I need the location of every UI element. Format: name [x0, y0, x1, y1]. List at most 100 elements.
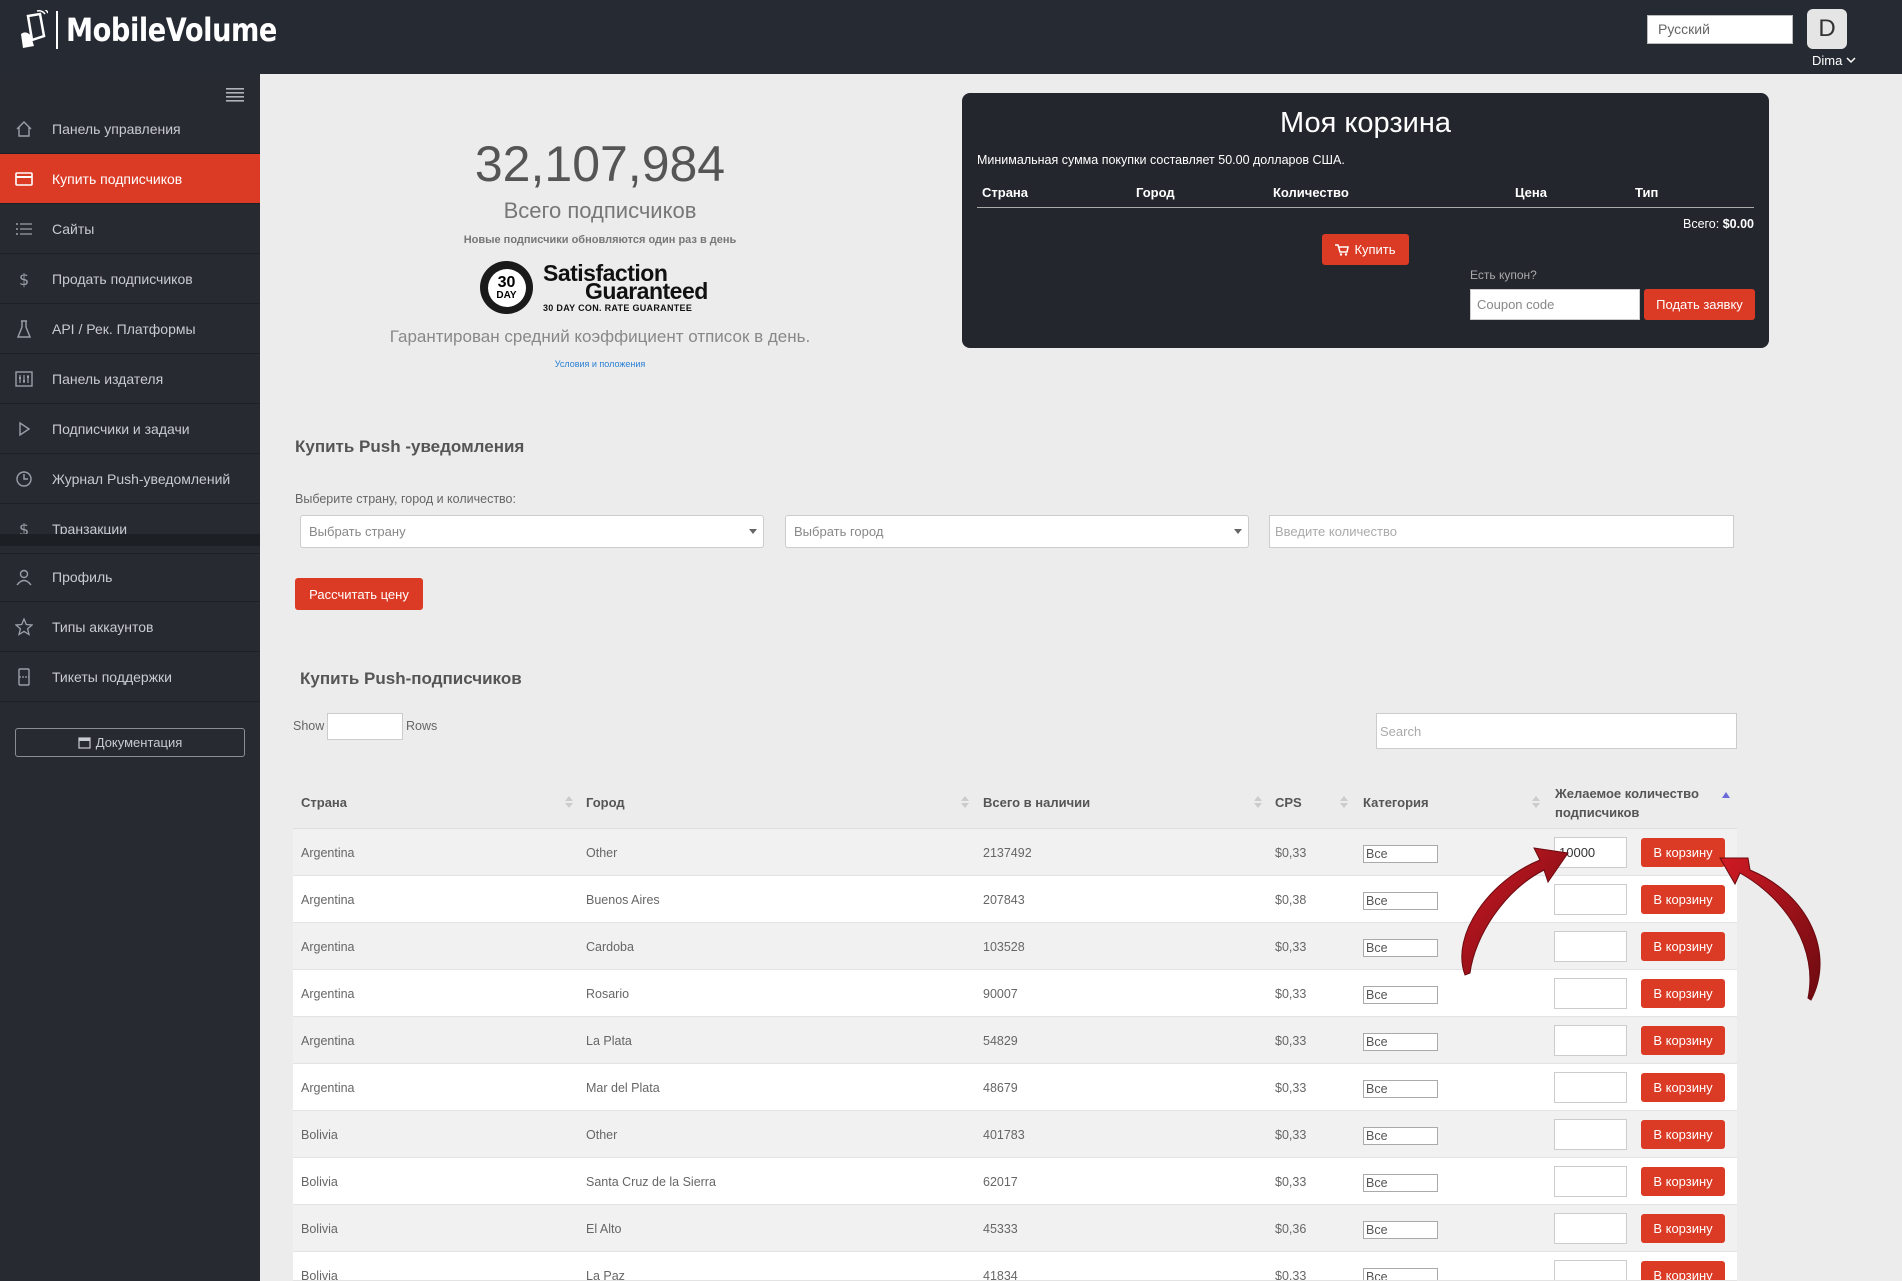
star-icon	[13, 616, 35, 638]
calculate-price-button[interactable]: Рассчитать цену	[295, 578, 423, 610]
cart-col-quantity: Количество	[1273, 185, 1349, 200]
category-select[interactable]: Все	[1363, 1127, 1438, 1145]
wanted-quantity-input[interactable]	[1554, 1119, 1627, 1150]
add-to-cart-button[interactable]: В корзину	[1641, 1120, 1725, 1149]
table-header: Страна Город Всего в наличии CPS Категор…	[293, 776, 1737, 829]
city-select[interactable]: Выбрать город	[785, 515, 1249, 548]
wanted-quantity-input[interactable]	[1554, 1260, 1627, 1280]
coupon-submit-button[interactable]: Подать заявку	[1644, 289, 1755, 320]
category-select[interactable]: Все	[1363, 845, 1438, 863]
cell-country: Argentina	[301, 986, 355, 1001]
wanted-quantity-input[interactable]	[1554, 1025, 1627, 1056]
sidebar-item-label: Подписчики и задачи	[52, 420, 190, 437]
sidebar: Панель управления Купить подписчиков Сай…	[0, 74, 260, 1281]
push-section-title: Купить Push -уведомления	[295, 437, 525, 456]
wanted-quantity-input[interactable]: 10000	[1554, 837, 1627, 868]
sidebar-item-api-platforms[interactable]: API / Рек. Платформы	[0, 304, 260, 354]
rows-count-input[interactable]	[327, 713, 403, 740]
coupon-label: Есть купон?	[1470, 268, 1537, 282]
add-to-cart-button[interactable]: В корзину	[1641, 1026, 1725, 1055]
add-to-cart-button[interactable]: В корзину	[1641, 1261, 1725, 1280]
category-select[interactable]: Все	[1363, 1268, 1438, 1280]
col-country-header[interactable]: Страна	[301, 776, 347, 829]
sidebar-item-profile[interactable]: Профиль	[0, 552, 260, 602]
guarantee-seal-icon: 30 DAY	[480, 261, 533, 314]
sidebar-item-push-log[interactable]: Журнал Push-уведомлений	[0, 454, 260, 504]
category-select[interactable]: Все	[1363, 1174, 1438, 1192]
add-to-cart-button[interactable]: В корзину	[1641, 1214, 1725, 1243]
add-to-cart-button[interactable]: В корзину	[1641, 838, 1725, 867]
add-to-cart-button[interactable]: В корзину	[1641, 932, 1725, 961]
add-to-cart-button[interactable]: В корзину	[1641, 885, 1725, 914]
wanted-quantity-input[interactable]	[1554, 1213, 1627, 1244]
sidebar-item-sites[interactable]: Сайты	[0, 204, 260, 254]
add-to-cart-button[interactable]: В корзину	[1641, 979, 1725, 1008]
category-select[interactable]: Все	[1363, 939, 1438, 957]
sidebar-item-subscribers-tasks[interactable]: Подписчики и задачи	[0, 404, 260, 454]
cell-cps: $0,33	[1275, 986, 1307, 1001]
sidebar-item-label: API / Рек. Платформы	[52, 320, 196, 337]
svg-text:$: $	[19, 270, 29, 288]
cell-country: Bolivia	[301, 1127, 338, 1142]
avatar[interactable]: D	[1807, 9, 1847, 49]
sidebar-item-support-tickets[interactable]: Тикеты поддержки	[0, 652, 260, 702]
cell-city: El Alto	[586, 1221, 622, 1236]
category-select[interactable]: Все	[1363, 1080, 1438, 1098]
list-icon	[13, 218, 35, 240]
documentation-button[interactable]: Документация	[15, 728, 245, 757]
sidebar-item-sell-subscribers[interactable]: $ Продать подписчиков	[0, 254, 260, 304]
category-select[interactable]: Все	[1363, 1033, 1438, 1051]
sidebar-item-label: Панель издателя	[52, 370, 164, 387]
category-select[interactable]: Все	[1363, 1221, 1438, 1239]
total-subscribers-count: 32,107,984	[474, 136, 726, 192]
sidebar-item-dashboard[interactable]: Панель управления	[0, 104, 260, 154]
cell-city: Mar del Plata	[586, 1080, 660, 1095]
cart-buy-label: Купить	[1354, 242, 1396, 257]
cell-country: Argentina	[301, 939, 355, 954]
language-select[interactable]: Русский	[1647, 15, 1793, 44]
sort-icon	[961, 796, 969, 808]
cart-total-label: Всего:	[1682, 217, 1720, 231]
cell-available: 54829	[983, 1033, 1018, 1048]
sidebar-item-buy-subscribers[interactable]: Купить подписчиков	[0, 154, 260, 204]
logo[interactable]: MobileVolume	[18, 10, 314, 50]
cell-country: Argentina	[301, 845, 355, 860]
add-to-cart-button[interactable]: В корзину	[1641, 1073, 1725, 1102]
table-search-input[interactable]: Search	[1376, 713, 1737, 749]
wanted-quantity-input[interactable]	[1554, 931, 1627, 962]
sort-asc-icon	[1722, 792, 1730, 798]
cell-country: Argentina	[301, 1033, 355, 1048]
user-name: Dima	[1812, 53, 1843, 68]
cell-available: 62017	[983, 1174, 1018, 1189]
country-select[interactable]: Выбрать страну	[300, 515, 764, 548]
user-menu[interactable]: Dima	[1812, 53, 1856, 68]
wanted-quantity-input[interactable]	[1554, 1166, 1627, 1197]
wanted-quantity-input[interactable]	[1554, 884, 1627, 915]
sidebar-item-account-types[interactable]: Типы аккаунтов	[0, 602, 260, 652]
wanted-quantity-input[interactable]	[1554, 1072, 1627, 1103]
phone-hand-icon	[21, 10, 48, 48]
country-select-value: Выбрать страну	[309, 524, 406, 539]
add-to-cart-button[interactable]: В корзину	[1641, 1167, 1725, 1196]
col-wanted-header[interactable]: Желаемое количество подписчиков	[1555, 776, 1720, 829]
caret-down-icon	[1234, 529, 1242, 534]
col-cps-header[interactable]: CPS	[1275, 776, 1302, 829]
hamburger-icon[interactable]	[226, 88, 244, 102]
col-city-header[interactable]: Город	[586, 776, 625, 829]
badge-subtitle: 30 DAY CON. RATE GUARANTEE	[543, 303, 693, 313]
cart-buy-button[interactable]: Купить	[1322, 234, 1409, 265]
category-select[interactable]: Все	[1363, 892, 1438, 910]
coupon-input[interactable]: Coupon code	[1470, 289, 1640, 320]
wanted-quantity-input[interactable]	[1554, 978, 1627, 1009]
quantity-input[interactable]: Введите количество	[1269, 515, 1734, 548]
sidebar-item-publisher-panel[interactable]: Панель издателя	[0, 354, 260, 404]
sidebar-item-label: Сайты	[52, 220, 95, 237]
terms-link[interactable]: Условия и положения	[260, 359, 940, 369]
col-category-header[interactable]: Категория	[1363, 776, 1429, 829]
category-select[interactable]: Все	[1363, 986, 1438, 1004]
sidebar-item-label: Продать подписчиков	[52, 270, 193, 287]
col-available-header[interactable]: Всего в наличии	[983, 776, 1090, 829]
cart-col-city: Город	[1136, 185, 1175, 200]
sidebar-item-label: Панель управления	[52, 120, 181, 137]
sidebar-item-transactions[interactable]: $ Транзакции	[0, 504, 260, 554]
